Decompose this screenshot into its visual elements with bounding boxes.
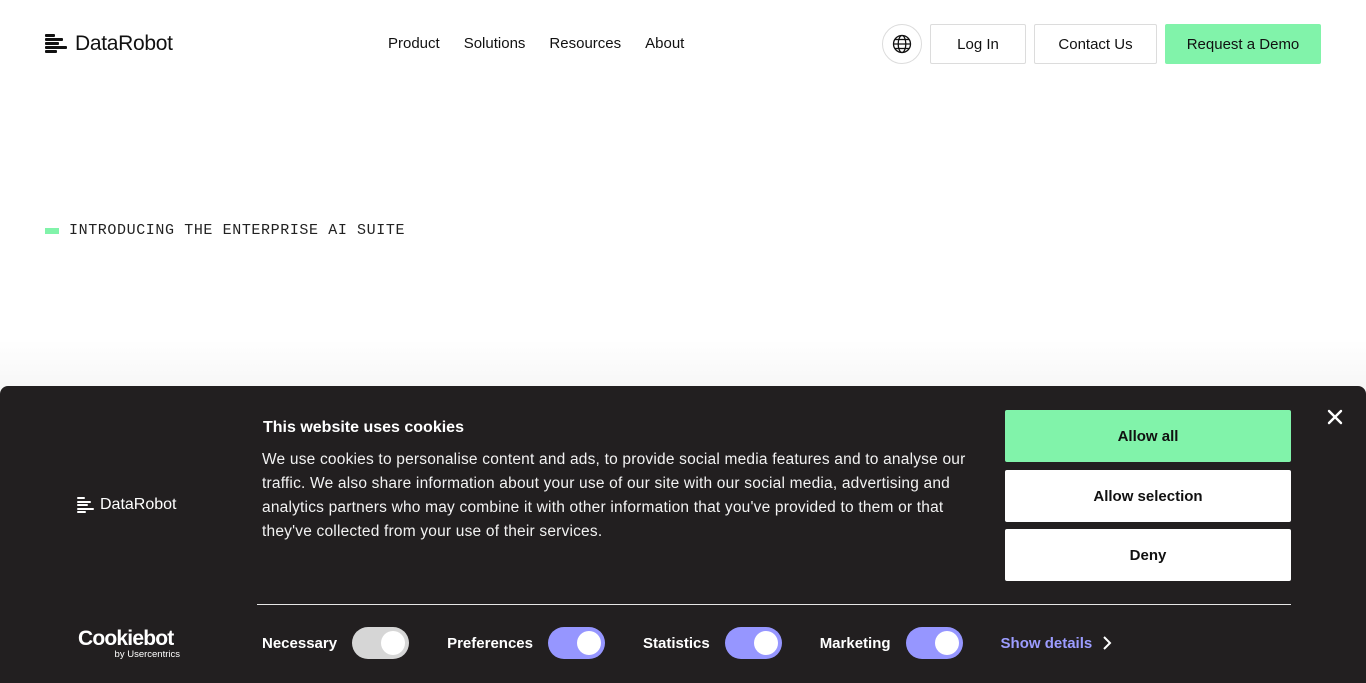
hero-fade <box>0 340 1366 390</box>
allow-all-button[interactable]: Allow all <box>1005 410 1291 462</box>
consent-toggles: Necessary Preferences Statistics Marketi… <box>262 627 1112 659</box>
contact-us-button[interactable]: Contact Us <box>1034 24 1157 64</box>
cookie-divider <box>257 604 1291 605</box>
nav-about[interactable]: About <box>645 35 684 52</box>
preferences-toggle[interactable] <box>547 627 605 659</box>
marketing-label: Marketing <box>819 634 891 652</box>
nav-product[interactable]: Product <box>388 35 440 52</box>
logo-text: DataRobot <box>75 32 173 55</box>
toggle-statistics-group: Statistics <box>643 627 782 659</box>
cookie-logo-text: DataRobot <box>100 496 177 513</box>
toggle-necessary-group: Necessary <box>262 627 410 659</box>
eyebrow-accent-bar <box>45 227 59 234</box>
login-button[interactable]: Log In <box>930 24 1026 64</box>
preferences-label: Preferences <box>447 634 533 652</box>
statistics-label: Statistics <box>642 634 710 652</box>
cookie-banner: DataRobot This website uses cookies We u… <box>0 386 1366 683</box>
cookiebot-logo[interactable]: Cookiebot by Usercentrics <box>78 627 182 661</box>
globe-icon <box>892 34 912 54</box>
datarobot-logo-icon <box>45 33 67 55</box>
marketing-toggle[interactable] <box>905 627 963 659</box>
nav-resources[interactable]: Resources <box>549 35 621 52</box>
toggle-preferences-group: Preferences <box>447 627 605 659</box>
hero-eyebrow: INTRODUCING THE ENTERPRISE AI SUITE <box>45 222 405 239</box>
chevron-right-icon <box>1103 636 1112 650</box>
cookiebot-brand: Cookiebot <box>78 627 174 650</box>
datarobot-logo-icon <box>77 497 94 513</box>
site-header: DataRobot Product Solutions Resources Ab… <box>0 0 1366 88</box>
deny-button[interactable]: Deny <box>1005 529 1291 581</box>
cookie-description: We use cookies to personalise content an… <box>262 451 966 540</box>
main-nav: Product Solutions Resources About <box>388 35 684 52</box>
close-banner-button[interactable] <box>1324 406 1346 428</box>
allow-selection-button[interactable]: Allow selection <box>1005 470 1291 522</box>
header-actions: Log In Contact Us Request a Demo <box>882 24 1321 64</box>
nav-solutions[interactable]: Solutions <box>464 35 526 52</box>
usercentrics-brand: by Usercentrics <box>114 649 180 660</box>
eyebrow-text: INTRODUCING THE ENTERPRISE AI SUITE <box>69 222 406 239</box>
request-demo-button[interactable]: Request a Demo <box>1165 24 1321 64</box>
statistics-toggle[interactable] <box>724 627 782 659</box>
cookie-banner-logo: DataRobot <box>77 496 177 514</box>
toggle-marketing-group: Marketing <box>820 627 963 659</box>
show-details-label: Show details <box>1000 634 1093 652</box>
show-details-link[interactable]: Show details <box>1001 635 1113 652</box>
necessary-toggle <box>352 627 410 659</box>
cookie-title: This website uses cookies <box>263 419 464 436</box>
datarobot-logo[interactable]: DataRobot <box>45 32 173 56</box>
language-button[interactable] <box>882 24 922 64</box>
necessary-label: Necessary <box>262 634 338 652</box>
close-icon <box>1327 409 1343 425</box>
